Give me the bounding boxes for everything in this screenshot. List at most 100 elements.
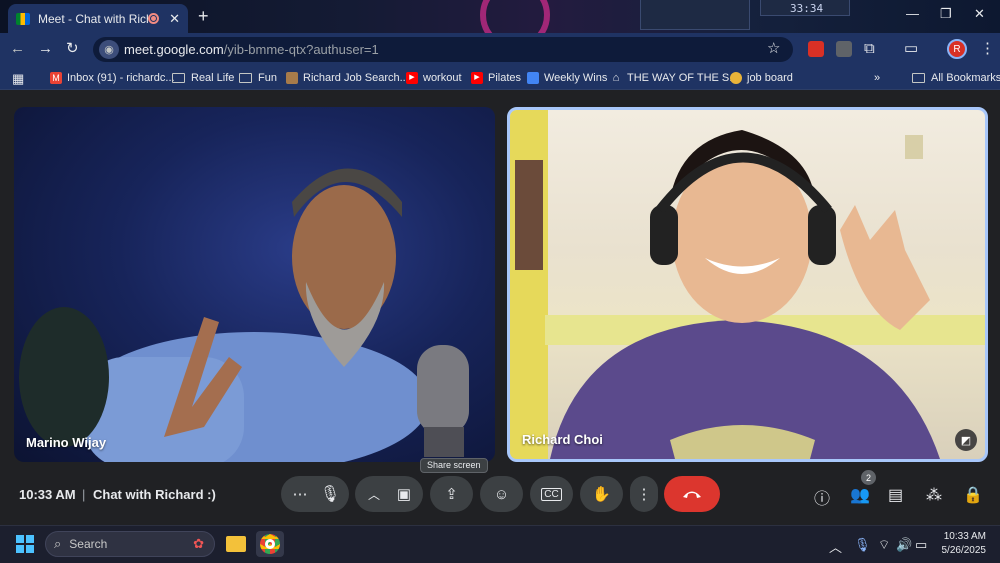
- participant-name: Marino Wijay: [26, 435, 107, 450]
- show-hidden-icons-chevron-icon[interactable]: ︿: [829, 537, 842, 556]
- meeting-details-info-icon[interactable]: ⓘ: [814, 485, 830, 509]
- participant-tile-marino[interactable]: Marino Wijay: [14, 107, 495, 462]
- meet-favicon-icon: [16, 12, 30, 25]
- chevron-up-icon[interactable]: ︿: [359, 486, 389, 503]
- activities-grid-icon[interactable]: ⁂: [926, 485, 942, 505]
- forward-icon[interactable]: →: [38, 41, 53, 57]
- share-screen-button[interactable]: ⇪: [430, 476, 473, 512]
- bookmark-icon: [286, 72, 298, 84]
- share-screen-tooltip: Share screen: [420, 458, 488, 473]
- reload-icon[interactable]: ↻: [66, 41, 79, 57]
- bookmark-inbox[interactable]: M Inbox (91) - richardc...: [50, 72, 175, 84]
- bookmark-label: Fun: [258, 72, 277, 84]
- site-info-icon[interactable]: ◉: [99, 40, 119, 59]
- menu-kebab-icon[interactable]: ⋮: [980, 41, 995, 57]
- audio-options-more-icon[interactable]: ⋯: [285, 485, 315, 503]
- leave-call-button[interactable]: [664, 476, 720, 512]
- profile-avatar[interactable]: R: [947, 39, 967, 59]
- bookmark-label: Weekly Wins: [544, 72, 608, 84]
- more-options-button[interactable]: ⋮: [630, 476, 658, 512]
- people-icon[interactable]: 👥: [850, 485, 870, 505]
- captions-button[interactable]: CC: [530, 476, 573, 512]
- bookmark-label: Inbox (91) - richardc...: [67, 72, 175, 84]
- recording-indicator-icon: [148, 13, 160, 24]
- bookmark-icon: [730, 72, 742, 84]
- picture-in-picture-icon[interactable]: ◩: [955, 429, 977, 451]
- raise-hand-button[interactable]: ✋: [580, 476, 623, 512]
- battery-icon[interactable]: ▭: [915, 537, 927, 553]
- microphone-in-use-icon[interactable]: 🎙: [854, 537, 871, 553]
- meeting-title: Chat with Richard :): [93, 487, 216, 502]
- bookmark-job-search[interactable]: Richard Job Search...: [286, 72, 409, 84]
- all-bookmarks-label: All Bookmarks: [931, 72, 1000, 84]
- extension-icon[interactable]: [808, 41, 824, 57]
- back-icon[interactable]: ←: [10, 41, 25, 57]
- system-time: 10:33 AM: [943, 531, 986, 542]
- participant-name: Richard Choi: [522, 432, 603, 447]
- all-bookmarks[interactable]: All Bookmarks: [912, 72, 1000, 84]
- more-vert-icon: ⋮: [636, 486, 652, 503]
- tab-title: Meet - Chat with Richard :): [38, 11, 148, 26]
- folder-icon: [172, 73, 185, 83]
- participant-video-marino: [19, 168, 469, 462]
- close-tab-icon[interactable]: ✕: [169, 11, 180, 27]
- bookmark-pilates[interactable]: ▶ Pilates: [471, 72, 521, 84]
- bookmark-job-board[interactable]: job board: [730, 72, 793, 84]
- apps-grid-icon[interactable]: ▦: [12, 71, 24, 87]
- extension-icon[interactable]: [836, 41, 852, 57]
- file-explorer-app[interactable]: [222, 531, 250, 557]
- present-screen-icon: ⇪: [445, 486, 458, 503]
- cast-icon[interactable]: ▭: [904, 41, 918, 57]
- bookmark-folder-fun[interactable]: Fun: [239, 72, 277, 84]
- more-bookmarks-chevron-icon[interactable]: »: [874, 72, 880, 84]
- bookmark-label: THE WAY OF THE S...: [627, 72, 739, 84]
- system-date: 5/26/2025: [941, 545, 987, 556]
- meeting-clock: 10:33 AM: [19, 487, 76, 502]
- bookmark-workout[interactable]: ▶ workout: [406, 72, 462, 84]
- search-icon: ⌕: [54, 536, 62, 551]
- reactions-button[interactable]: ☺: [480, 476, 523, 512]
- browser-tab-meet[interactable]: Meet - Chat with Richard :) ✕: [8, 4, 188, 33]
- system-clock[interactable]: 10:33 AM 5/26/2025: [942, 530, 987, 558]
- wifi-icon[interactable]: ⌔: [878, 537, 890, 553]
- folder-icon: [239, 73, 252, 83]
- bookmark-star-icon[interactable]: ☆: [767, 41, 780, 57]
- people-icon: [527, 72, 539, 84]
- windows-start-icon[interactable]: [16, 535, 34, 553]
- new-tab-button[interactable]: +: [198, 6, 209, 27]
- bookmark-label: workout: [423, 72, 462, 84]
- youtube-icon: ▶: [471, 72, 483, 84]
- camera-control-group: ︿ ▣: [355, 476, 423, 512]
- microphone-icon[interactable]: 🎙: [315, 484, 345, 504]
- minimize-button[interactable]: —: [906, 6, 919, 21]
- mic-control-group: ⋯ 🎙: [281, 476, 349, 512]
- close-window-button[interactable]: ✕: [974, 6, 985, 22]
- extensions-puzzle-icon[interactable]: ⧉: [864, 41, 875, 57]
- chat-icon[interactable]: ▤: [888, 485, 903, 505]
- chrome-icon: [260, 534, 280, 554]
- url-text[interactable]: meet.google.com/yib-bmme-qtx?authuser=1: [124, 42, 379, 57]
- maximize-button[interactable]: ❐: [940, 6, 952, 22]
- search-placeholder: Search: [69, 537, 108, 551]
- camera-icon[interactable]: ▣: [389, 485, 419, 503]
- participant-tile-richard[interactable]: Richard Choi ◩: [507, 107, 988, 462]
- bookmark-folder-real-life[interactable]: Real Life: [172, 72, 234, 84]
- url-host: meet.google.com: [124, 42, 224, 57]
- closed-captions-icon: CC: [541, 487, 562, 501]
- participant-count-badge: 2: [861, 470, 876, 485]
- folder-app-icon: [226, 536, 246, 552]
- taskbar-search[interactable]: ⌕ Search ✿: [45, 531, 215, 557]
- folder-icon: [912, 73, 925, 83]
- bookmark-way-of-the-s[interactable]: ⌂ THE WAY OF THE S...: [610, 72, 739, 84]
- youtube-icon: ▶: [406, 72, 418, 84]
- host-controls-lock-icon[interactable]: 🔒: [963, 485, 983, 505]
- wallpaper-clock: 33:34: [790, 2, 824, 15]
- bookmark-label: Richard Job Search...: [303, 72, 409, 84]
- bookmark-label: Pilates: [488, 72, 522, 84]
- participant-video-richard: [510, 110, 985, 459]
- bookmark-weekly-wins[interactable]: Weekly Wins: [527, 72, 607, 84]
- volume-icon[interactable]: 🔊: [896, 537, 912, 553]
- chrome-app[interactable]: [256, 531, 284, 557]
- hang-up-icon: [683, 491, 701, 498]
- bookmark-label: Real Life: [191, 72, 235, 84]
